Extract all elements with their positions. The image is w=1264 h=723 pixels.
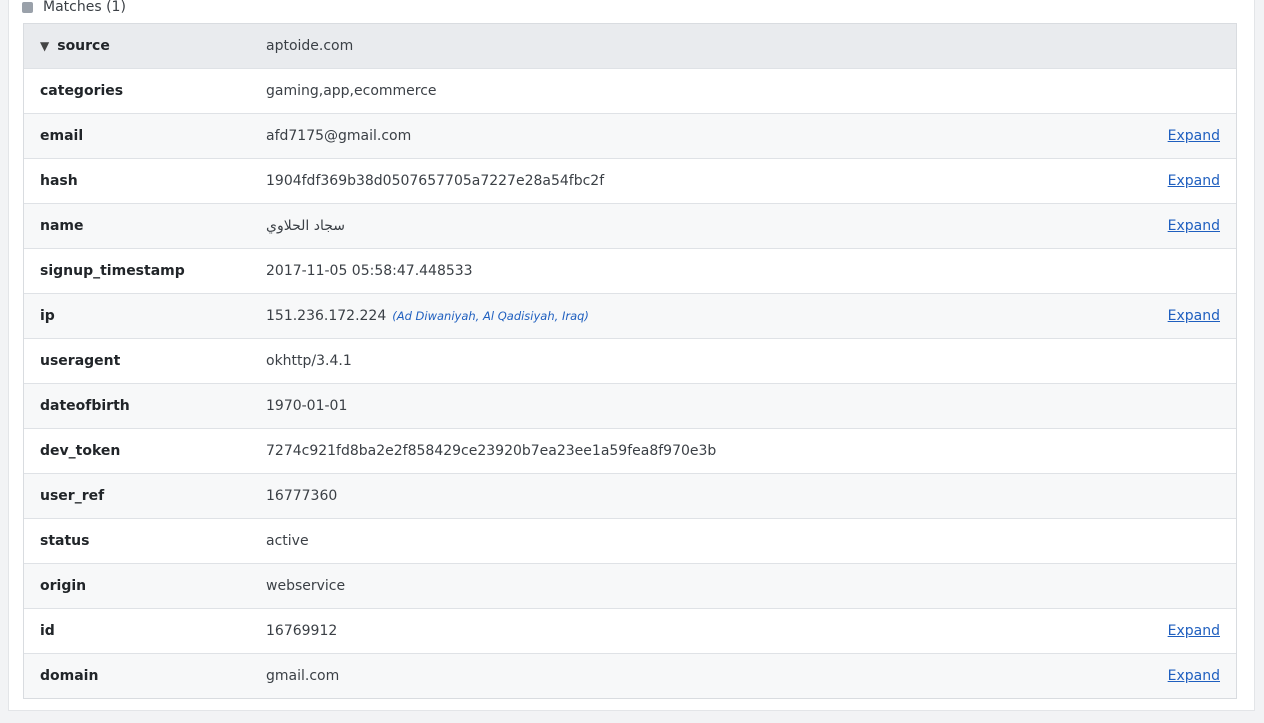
table-row: domain gmail.com Expand — [24, 654, 1236, 698]
field-key: dateofbirth — [40, 398, 130, 414]
field-key: dev_token — [40, 443, 121, 459]
field-value: سجاد الحلاوي — [266, 218, 1236, 234]
record-header-key-label: source — [57, 38, 110, 54]
field-value: 16777360 — [266, 488, 1236, 504]
table-row: origin webservice — [24, 564, 1236, 609]
field-key: useragent — [40, 353, 121, 369]
field-value-text: gaming,app,ecommerce — [266, 83, 437, 99]
field-value-text: gmail.com — [266, 668, 340, 684]
field-key: name — [40, 218, 84, 234]
field-value-text: 7274c921fd8ba2e2f858429ce23920b7ea23ee1a… — [266, 443, 717, 459]
record-header-value: aptoide.com — [266, 38, 354, 54]
table-row: user_ref 16777360 — [24, 474, 1236, 519]
collapse-caret-icon[interactable]: ▼ — [40, 39, 49, 53]
expand-link[interactable]: Expand — [1168, 308, 1220, 324]
field-key: user_ref — [40, 488, 105, 504]
field-value: 1904fdf369b38d0507657705a7227e28a54fbc2f — [266, 173, 1236, 189]
field-value-text: afd7175@gmail.com — [266, 128, 412, 144]
field-value: gmail.com — [266, 668, 1236, 684]
matches-toggle-icon[interactable] — [22, 1, 33, 13]
field-key: origin — [40, 578, 87, 594]
expand-link[interactable]: Expand — [1168, 173, 1220, 189]
field-value: 2017-11-05 05:58:47.448533 — [266, 263, 1236, 279]
field-value: afd7175@gmail.com — [266, 128, 1236, 144]
table-row: hash 1904fdf369b38d0507657705a7227e28a54f… — [24, 159, 1236, 204]
field-value-text: okhttp/3.4.1 — [266, 353, 352, 369]
expand-link[interactable]: Expand — [1168, 623, 1220, 639]
field-value: okhttp/3.4.1 — [266, 353, 1236, 369]
matches-header[interactable]: Matches (1) — [22, 0, 126, 16]
field-value: 16769912 — [266, 623, 1236, 639]
expand-link[interactable]: Expand — [1168, 218, 1220, 234]
record-header-key[interactable]: ▼ source — [24, 38, 266, 54]
table-row: id 16769912 Expand — [24, 609, 1236, 654]
field-value-text: webservice — [266, 578, 346, 594]
record-header-row[interactable]: ▼ source aptoide.com — [24, 24, 1236, 69]
table-row: dev_token 7274c921fd8ba2e2f858429ce23920b… — [24, 429, 1236, 474]
field-value-text: 1970-01-01 — [266, 398, 348, 414]
field-value-text: 16777360 — [266, 488, 338, 504]
expand-link[interactable]: Expand — [1168, 668, 1220, 684]
matches-label: Matches (1) — [43, 0, 126, 15]
table-row: categories gaming,app,ecommerce — [24, 69, 1236, 114]
field-key: hash — [40, 173, 78, 189]
expand-link[interactable]: Expand — [1168, 128, 1220, 144]
table-row: dateofbirth 1970-01-01 — [24, 384, 1236, 429]
field-key: categories — [40, 83, 124, 99]
table-row: email afd7175@gmail.com Expand — [24, 114, 1236, 159]
field-value-text: 16769912 — [266, 623, 338, 639]
table-row: signup_timestamp 2017-11-05 05:58:47.4485… — [24, 249, 1236, 294]
table-row: name سجاد الحلاوي Expand — [24, 204, 1236, 249]
table-row: status active — [24, 519, 1236, 564]
field-value: webservice — [266, 578, 1236, 594]
record-table: ▼ source aptoide.com categories gaming,ap… — [23, 23, 1237, 699]
field-value: 1970-01-01 — [266, 398, 1236, 414]
field-value: 7274c921fd8ba2e2f858429ce23920b7ea23ee1a… — [266, 443, 1236, 459]
field-key: ip — [40, 308, 55, 324]
field-key: id — [40, 623, 55, 639]
field-value-text: 151.236.172.224 — [266, 308, 387, 324]
field-value-text: سجاد الحلاوي — [266, 218, 345, 234]
field-value-text: 1904fdf369b38d0507657705a7227e28a54fbc2f — [266, 173, 605, 189]
field-key: signup_timestamp — [40, 263, 185, 279]
geo-location-link[interactable]: (Ad Diwaniyah, Al Qadisiyah, Iraq) — [392, 309, 589, 323]
field-value-text: 2017-11-05 05:58:47.448533 — [266, 263, 473, 279]
field-key: email — [40, 128, 84, 144]
field-key: status — [40, 533, 90, 549]
field-value: 151.236.172.224 (Ad Diwaniyah, Al Qadisiy… — [266, 308, 1236, 324]
table-row: useragent okhttp/3.4.1 — [24, 339, 1236, 384]
field-value: active — [266, 533, 1236, 549]
field-value-text: active — [266, 533, 309, 549]
field-key: domain — [40, 668, 99, 684]
field-value: gaming,app,ecommerce — [266, 83, 1236, 99]
table-row: ip 151.236.172.224 (Ad Diwaniyah, Al Qadis… — [24, 294, 1236, 339]
